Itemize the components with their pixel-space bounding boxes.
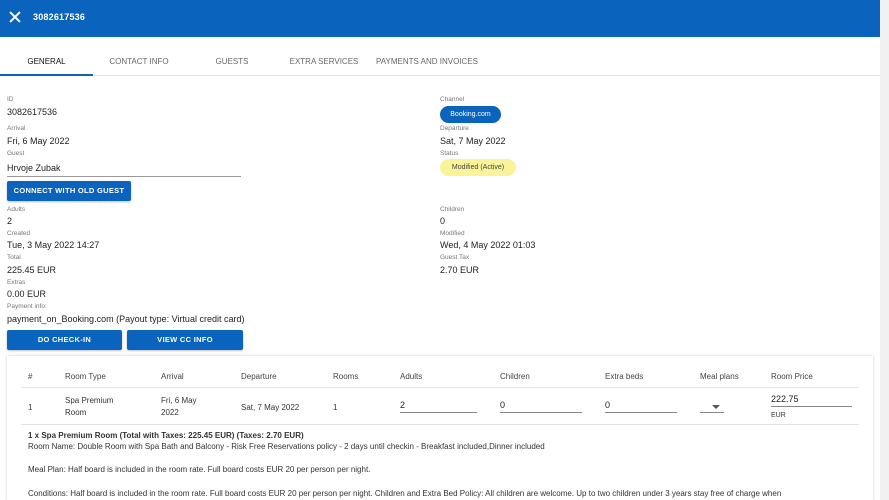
adults-label: Adults <box>7 206 26 213</box>
row-room-type-line1: Spa Premium <box>65 396 114 405</box>
row-departure: Sat, 7 May 2022 <box>241 403 300 412</box>
created-value: Tue, 3 May 2022 14:27 <box>7 240 100 250</box>
view-cc-info-button[interactable]: VIEW CC INFO <box>127 330 243 350</box>
meal-plan-note: Meal Plan: Half board is included in the… <box>28 465 371 474</box>
guest-field-underline <box>7 176 241 177</box>
close-icon[interactable] <box>9 11 21 23</box>
extras-value: 0.00 EUR <box>7 289 47 299</box>
status-label: Status <box>440 150 459 157</box>
total-label: Total <box>7 254 21 261</box>
scrollbar[interactable] <box>880 0 889 500</box>
guest-tax-label: Guest Tax <box>440 254 470 261</box>
col-header-arrival: Arrival <box>161 372 184 381</box>
departure-value: Sat, 7 May 2022 <box>440 136 506 146</box>
room-summary: 1 x Spa Premium Room (Total with Taxes: … <box>28 431 304 440</box>
tab-general[interactable]: GENERAL <box>0 50 93 76</box>
room-price-currency: EUR <box>771 412 786 419</box>
children-label: Children <box>440 206 465 213</box>
col-header-room-price: Room Price <box>771 372 813 381</box>
room-name-note: Room Name: Double Room with Spa Bath and… <box>28 442 545 451</box>
children-value: 0 <box>440 216 446 226</box>
col-header-number: # <box>28 372 33 381</box>
col-header-room-type: Room Type <box>65 372 106 381</box>
arrival-label: Arrival <box>7 125 26 132</box>
total-value: 225.45 EUR <box>7 265 57 275</box>
tab-bar: GENERAL CONTACT INFO GUESTS EXTRA SERVIC… <box>0 50 880 76</box>
tab-contact-info[interactable]: CONTACT INFO <box>96 50 182 76</box>
payment-info-label: Payment info: <box>7 303 47 310</box>
row-arrival-line2: 2022 <box>161 408 179 417</box>
row-room-type-line2: Room <box>65 408 87 417</box>
tab-extra-services[interactable]: EXTRA SERVICES <box>280 50 368 76</box>
departure-label: Departure <box>440 125 469 132</box>
rooms-card: # Room Type Arrival Departure Rooms Adul… <box>7 356 873 500</box>
conditions-note: Conditions: Half board is included in th… <box>28 489 782 498</box>
adults-input[interactable]: 2 <box>400 399 477 413</box>
id-value: 3082617536 <box>7 107 58 117</box>
arrival-value: Fri, 6 May 2022 <box>7 136 70 146</box>
table-header-divider <box>21 387 859 388</box>
chevron-down-icon <box>712 405 720 409</box>
children-input[interactable]: 0 <box>500 399 582 413</box>
channel-chip: Booking.com <box>440 106 501 123</box>
row-number: 1 <box>28 403 33 412</box>
table-row-divider <box>21 424 859 425</box>
created-label: Created <box>7 230 31 237</box>
modified-value: Wed, 4 May 2022 01:03 <box>440 240 536 250</box>
extra-beds-input[interactable]: 0 <box>605 399 677 413</box>
connect-with-old-guest-button[interactable]: CONNECT WITH OLD GUEST <box>7 181 131 201</box>
col-header-departure: Departure <box>241 372 277 381</box>
status-badge: Modified (Active) <box>440 159 516 176</box>
row-arrival-line1: Fri, 6 May <box>161 396 197 405</box>
col-header-extra-beds: Extra beds <box>605 372 644 381</box>
room-price-input[interactable]: 222.75 <box>771 393 852 407</box>
id-label: ID <box>7 96 14 103</box>
col-header-meal-plans: Meal plans <box>700 372 739 381</box>
row-rooms: 1 <box>333 403 338 412</box>
modified-label: Modified <box>440 230 465 237</box>
tab-payments-and-invoices[interactable]: PAYMENTS AND INVOICES <box>372 50 482 76</box>
col-header-adults: Adults <box>400 372 423 381</box>
col-header-rooms: Rooms <box>333 372 359 381</box>
tab-guests[interactable]: GUESTS <box>192 50 272 76</box>
guest-field[interactable]: Hrvoje Zubak <box>7 163 61 173</box>
channel-label: Channel <box>440 96 465 103</box>
col-header-children: Children <box>500 372 530 381</box>
do-check-in-button[interactable]: DO CHECK-IN <box>7 330 122 350</box>
adults-value: 2 <box>7 216 13 226</box>
guest-label: Guest <box>7 150 25 157</box>
guest-tax-value: 2.70 EUR <box>440 265 480 275</box>
payment-info-value: payment_on_Booking.com (Payout type: Vir… <box>7 314 245 324</box>
extras-label: Extras <box>7 279 26 286</box>
reservation-title: 3082617536 <box>33 12 86 22</box>
app-header: 3082617536 <box>0 0 880 37</box>
